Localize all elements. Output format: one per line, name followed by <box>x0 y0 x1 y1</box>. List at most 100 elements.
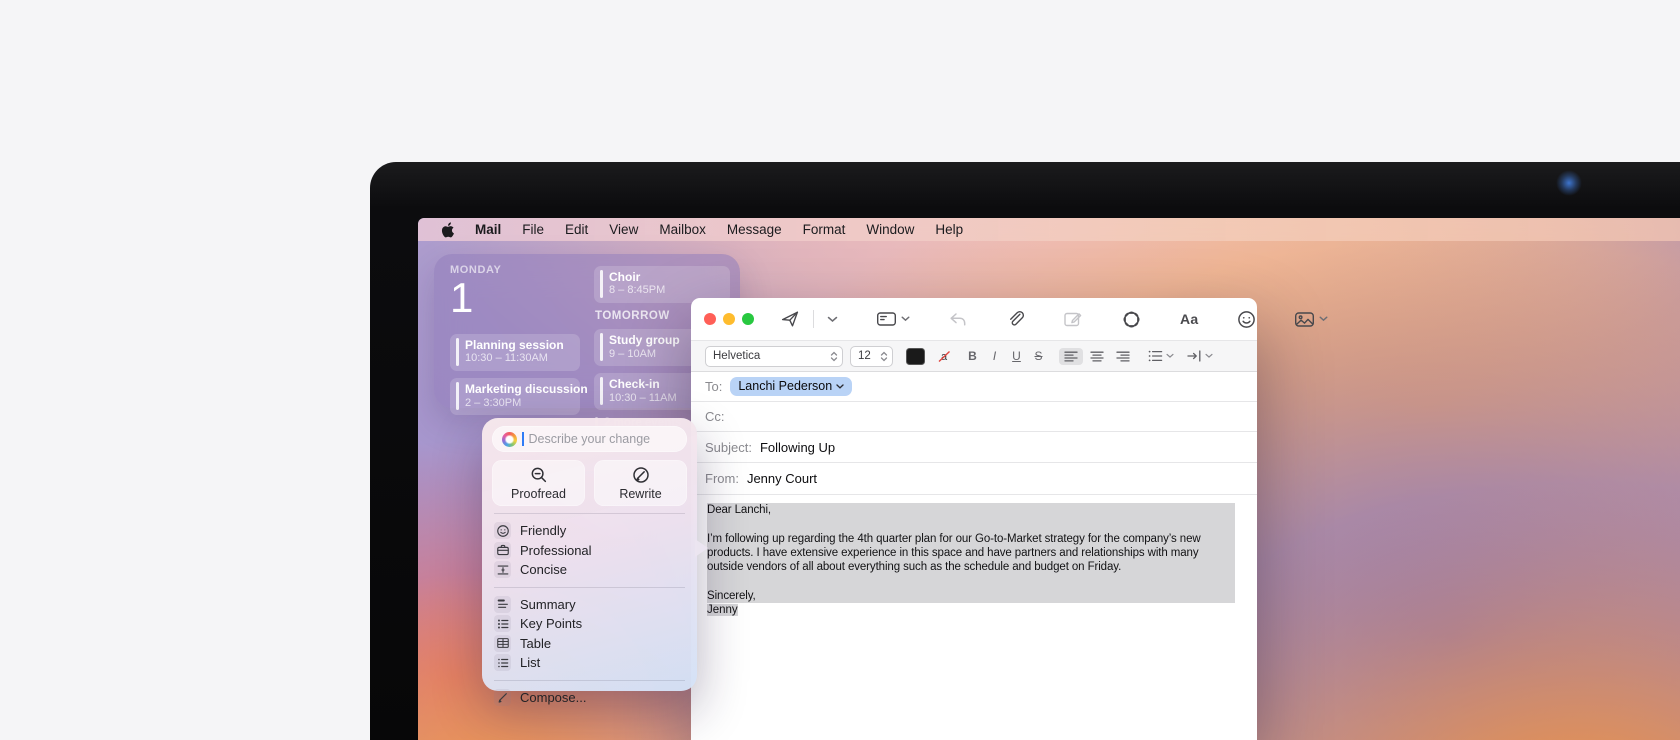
token-chevron-icon <box>836 384 844 389</box>
minimize-window-button[interactable] <box>723 313 735 325</box>
option-label: Key Points <box>520 616 582 631</box>
writing-tools-popup: Describe your change Proofread Rewrite <box>482 418 697 691</box>
font-color-button[interactable]: a <box>936 349 952 364</box>
event-title: Choir <box>609 270 665 284</box>
proofread-button[interactable]: Proofread <box>492 460 585 506</box>
option-label: Compose... <box>520 690 586 705</box>
text-color-well[interactable] <box>906 348 925 365</box>
strikethrough-button[interactable]: S <box>1031 349 1046 363</box>
font-size-value: 12 <box>858 350 871 362</box>
indent-button[interactable] <box>1187 350 1213 362</box>
from-value: Jenny Court <box>747 471 817 486</box>
apple-logo-icon[interactable] <box>441 222 454 238</box>
alignment-group <box>1059 348 1135 365</box>
bold-button[interactable]: B <box>965 349 980 363</box>
list-style-button[interactable] <box>1148 350 1174 362</box>
font-family-select[interactable]: Helvetica <box>705 346 843 367</box>
option-table[interactable]: Table <box>492 634 687 654</box>
option-label: Table <box>520 636 551 651</box>
option-label: Professional <box>520 543 592 558</box>
from-label: From: <box>705 471 739 486</box>
ai-writing-tools-icon[interactable] <box>1121 309 1142 330</box>
option-friendly[interactable]: Friendly <box>492 521 687 541</box>
option-list[interactable]: List <box>492 653 687 673</box>
option-label: Friendly <box>520 523 566 538</box>
mail-compose-window: Aa Helvetica <box>691 298 1257 740</box>
option-label: Concise <box>520 562 567 577</box>
mac-display-bezel: Mail File Edit View Mailbox Message Form… <box>370 162 1680 740</box>
event-title: Marketing discussion <box>465 382 588 396</box>
calendar-day-number: 1 <box>450 276 580 320</box>
option-professional[interactable]: Professional <box>492 541 687 561</box>
zoom-window-button[interactable] <box>742 313 754 325</box>
option-compose[interactable]: Compose... <box>492 688 687 708</box>
popup-divider <box>494 513 685 514</box>
menu-item-message[interactable]: Message <box>727 222 782 237</box>
align-center-button[interactable] <box>1085 348 1109 365</box>
subject-label: Subject: <box>705 440 752 455</box>
body-signature: Jenny <box>707 604 738 616</box>
send-icon[interactable] <box>780 309 800 329</box>
text-caret <box>522 432 524 446</box>
option-summary[interactable]: Summary <box>492 595 687 615</box>
popup-divider <box>494 680 685 681</box>
align-right-button[interactable] <box>1111 348 1135 365</box>
menu-item-mail[interactable]: Mail <box>475 222 501 237</box>
menu-item-view[interactable]: View <box>609 222 638 237</box>
menu-item-mailbox[interactable]: Mailbox <box>659 222 706 237</box>
event-color-bar <box>456 338 459 366</box>
subject-value: Following Up <box>760 440 835 455</box>
event-color-bar <box>600 270 603 298</box>
bezel-glint <box>1556 170 1582 196</box>
smiley-icon <box>494 522 511 539</box>
italic-button[interactable]: I <box>987 349 1002 363</box>
rewrite-button[interactable]: Rewrite <box>594 460 687 506</box>
close-window-button[interactable] <box>704 313 716 325</box>
font-size-select[interactable]: 12 <box>850 346 893 367</box>
menu-item-help[interactable]: Help <box>935 222 963 237</box>
menu-item-file[interactable]: File <box>522 222 544 237</box>
option-concise[interactable]: Concise <box>492 560 687 580</box>
selected-text-block: Dear Lanchi, I’m following up regarding … <box>707 503 1235 603</box>
subject-field[interactable]: Subject: Following Up <box>691 432 1257 463</box>
toolbar-separator <box>813 310 814 328</box>
recipient-name: Lanchi Pederson <box>738 379 832 393</box>
message-body[interactable]: Dear Lanchi, I’m following up regarding … <box>691 495 1257 617</box>
table-grid-icon <box>494 635 511 652</box>
from-field[interactable]: From: Jenny Court <box>691 463 1257 495</box>
format-bar: Helvetica 12 a B I U S <box>691 340 1257 372</box>
writing-tools-popup-arrow <box>695 539 708 557</box>
body-greeting: Dear Lanchi, <box>707 503 1235 517</box>
calendar-event[interactable]: Marketing discussion 2 – 3:30PM <box>450 378 580 415</box>
proofread-label: Proofread <box>511 487 566 501</box>
calendar-event[interactable]: Planning session 10:30 – 11:30AM <box>450 334 580 371</box>
align-left-button[interactable] <box>1059 348 1083 365</box>
attach-icon[interactable] <box>1006 309 1025 329</box>
option-label: Summary <box>520 597 576 612</box>
markup-icon <box>1063 309 1083 329</box>
recipient-token[interactable]: Lanchi Pederson <box>730 377 852 396</box>
mail-toolbar: Aa <box>691 298 1257 340</box>
header-fields-icon[interactable] <box>876 309 910 329</box>
cc-field[interactable]: Cc: <box>691 402 1257 432</box>
describe-change-input[interactable]: Describe your change <box>492 426 687 452</box>
underline-button[interactable]: U <box>1009 349 1024 363</box>
menu-item-window[interactable]: Window <box>866 222 914 237</box>
pencil-icon <box>494 689 511 706</box>
menu-item-format[interactable]: Format <box>803 222 846 237</box>
rewrite-label: Rewrite <box>619 487 661 501</box>
event-title: Check-in <box>609 377 677 391</box>
menu-bar: Mail File Edit View Mailbox Message Form… <box>418 218 1680 241</box>
send-options-chevron-icon[interactable] <box>827 316 838 323</box>
body-paragraph: I’m following up regarding the 4th quart… <box>707 532 1235 575</box>
format-text-icon[interactable]: Aa <box>1180 311 1199 327</box>
option-key-points[interactable]: Key Points <box>492 614 687 634</box>
body-blank-line <box>707 517 1235 531</box>
emoji-icon[interactable] <box>1237 310 1256 329</box>
event-color-bar <box>600 377 603 405</box>
photo-browser-icon[interactable] <box>1294 310 1328 329</box>
compress-lines-icon <box>494 561 511 578</box>
menu-item-edit[interactable]: Edit <box>565 222 588 237</box>
mac-screen: Mail File Edit View Mailbox Message Form… <box>418 218 1680 740</box>
to-field[interactable]: To: Lanchi Pederson <box>691 372 1257 402</box>
